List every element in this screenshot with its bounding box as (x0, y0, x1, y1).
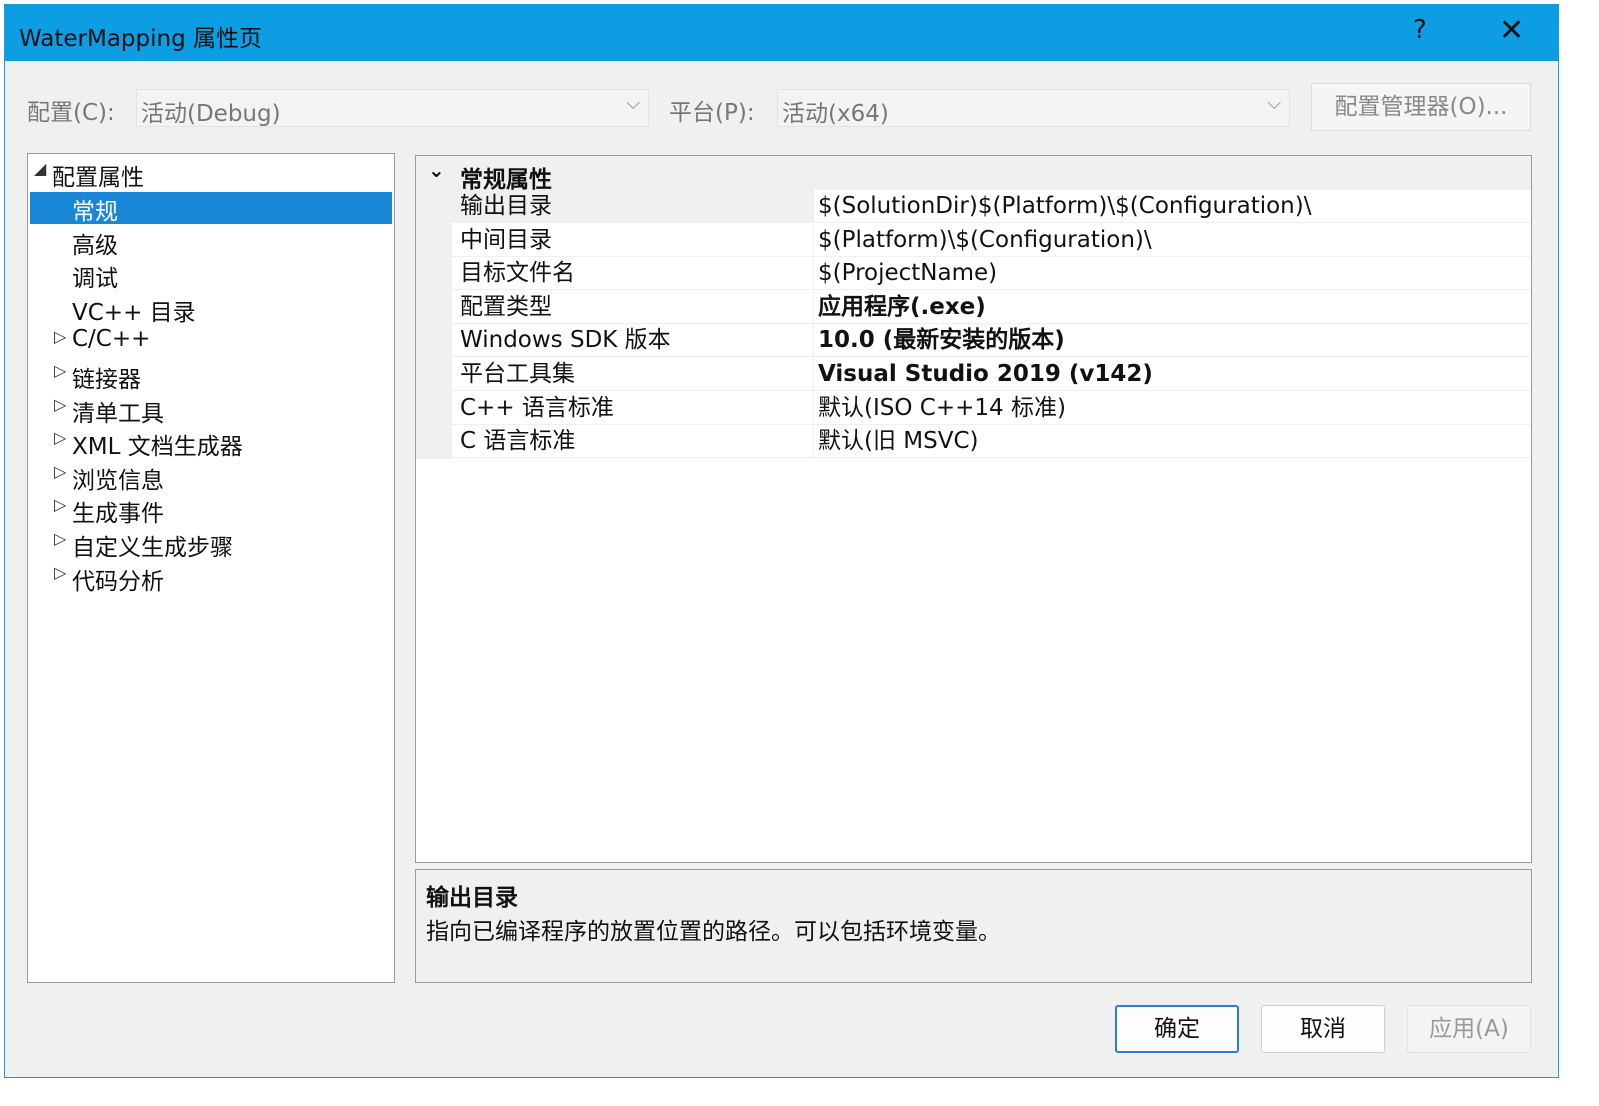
property-value[interactable]: $(SolutionDir)$(Platform)\$(Configuratio… (814, 190, 1531, 223)
description-panel: 输出目录 指向已编译程序的放置位置的路径。可以包括环境变量。 (415, 869, 1532, 983)
section-title: 常规属性 (460, 167, 552, 193)
property-name: Windows SDK 版本 (452, 324, 814, 358)
tree-item-label: 常规 (72, 199, 118, 225)
tree-item[interactable]: VC++ 目录 (30, 293, 392, 326)
description-text: 指向已编译程序的放置位置的路径。可以包括环境变量。 (426, 919, 1001, 945)
property-value[interactable]: 默认(ISO C++14 标准) (814, 392, 1531, 425)
property-name: 中间目录 (452, 223, 814, 257)
tree-item-label: 链接器 (72, 367, 141, 393)
property-name: C++ 语言标准 (452, 391, 814, 425)
expand-triangle-icon[interactable]: ▷ (54, 428, 66, 447)
description-title: 输出目录 (426, 885, 518, 911)
property-name: 平台工具集 (452, 358, 814, 391)
property-value[interactable]: Visual Studio 2019 (v142) (814, 358, 1531, 391)
tree-item-label: 清单工具 (72, 400, 164, 427)
config-manager-button[interactable]: 配置管理器(O)... (1311, 83, 1531, 131)
tree-item[interactable]: ▷ XML 文档生成器 (30, 427, 392, 461)
property-row[interactable]: 配置类型 应用程序(.exe) (416, 290, 1531, 325)
title-bar: WaterMapping 属性页 ? ✕ (5, 5, 1558, 61)
chevron-down-icon: ⌵ (1267, 93, 1281, 114)
expand-triangle-icon[interactable]: ▷ (54, 327, 66, 346)
window-title: WaterMapping 属性页 (19, 26, 263, 52)
row-gutter (416, 257, 452, 292)
platform-label: 平台(P): (669, 100, 755, 126)
property-row[interactable]: C++ 语言标准 默认(ISO C++14 标准) (416, 391, 1531, 426)
property-value[interactable]: 默认(旧 MSVC) (814, 425, 1531, 459)
expand-triangle-icon[interactable]: ▷ (54, 563, 66, 582)
property-row[interactable]: 目标文件名 $(ProjectName) (416, 257, 1531, 292)
row-gutter (416, 391, 452, 426)
property-name: 配置类型 (452, 290, 814, 324)
expand-triangle-icon[interactable]: ▷ (54, 361, 66, 380)
property-row[interactable]: C 语言标准 默认(旧 MSVC) (416, 425, 1531, 460)
expand-triangle-icon[interactable]: ▷ (54, 395, 66, 414)
tree-item-label: 自定义生成步骤 (72, 535, 233, 561)
property-row[interactable]: 输出目录 $(SolutionDir)$(Platform)\$(Configur… (416, 190, 1531, 224)
cancel-button[interactable]: 取消 (1261, 1005, 1385, 1053)
chevron-down-icon: ⌵ (626, 93, 640, 114)
tree-item-label: XML 文档生成器 (72, 434, 243, 461)
property-row[interactable]: Windows SDK 版本 10.0 (最新安装的版本) (416, 324, 1531, 359)
row-gutter (416, 223, 452, 258)
tree-item-label: 生成事件 (72, 501, 164, 528)
config-dropdown[interactable]: 活动(Debug) ⌵ (136, 89, 649, 127)
expand-triangle-icon[interactable]: ◢ (34, 159, 46, 178)
chevron-down-icon[interactable]: ⌄ (428, 158, 445, 182)
property-row[interactable]: 平台工具集 Visual Studio 2019 (v142) (416, 358, 1531, 392)
tree-item-label: 高级 (72, 232, 118, 259)
config-label: 配置(C): (27, 100, 115, 126)
tree-item-label: VC++ 目录 (72, 299, 196, 326)
close-button[interactable]: ✕ (1499, 13, 1524, 48)
tree-item[interactable]: 调试 (30, 259, 392, 293)
property-pages-window: WaterMapping 属性页 ? ✕ 配置(C): 活动(Debug) ⌵ … (4, 4, 1559, 1078)
property-name: 目标文件名 (452, 257, 814, 291)
property-value[interactable]: $(ProjectName) (814, 257, 1531, 291)
property-name: 输出目录 (452, 190, 814, 223)
property-value[interactable]: $(Platform)\$(Configuration)\ (814, 224, 1531, 257)
ok-button[interactable]: 确定 (1115, 1005, 1239, 1053)
tree-item[interactable]: ▷ 代码分析 (30, 562, 392, 595)
tree-item[interactable]: ▷ 浏览信息 (30, 461, 392, 494)
section-header-general[interactable]: ⌄ 常规属性 (416, 156, 1531, 193)
property-row[interactable]: 中间目录 $(Platform)\$(Configuration)\ (416, 223, 1531, 258)
category-tree: ◢ 配置属性 常规高级调试 VC++ 目录 ▷ C/C++ ▷ 链接器 ▷ 清单工具 ▷ XML … (27, 153, 395, 983)
row-gutter (416, 324, 452, 359)
tree-item-label: 代码分析 (72, 568, 164, 595)
expand-triangle-icon[interactable]: ▷ (54, 495, 66, 514)
tree-item[interactable]: ▷ 自定义生成步骤 (30, 528, 392, 561)
platform-dropdown[interactable]: 活动(x64) ⌵ (777, 89, 1290, 127)
tree-item[interactable]: ▷ C/C++ (30, 326, 392, 358)
row-gutter (416, 425, 452, 460)
platform-dropdown-value: 活动(x64) (782, 101, 889, 127)
tree-item-label: 配置属性 (52, 165, 144, 191)
property-value[interactable]: 10.0 (最新安装的版本) (814, 324, 1531, 358)
tree-item[interactable]: 高级 (30, 226, 392, 259)
tree-item[interactable]: ▷ 链接器 (30, 360, 392, 393)
tree-item[interactable]: ▷ 清单工具 (30, 394, 392, 427)
row-gutter (416, 190, 452, 224)
help-button[interactable]: ? (1413, 15, 1427, 45)
property-name: C 语言标准 (452, 425, 814, 459)
row-gutter (416, 290, 452, 325)
row-gutter (416, 358, 452, 392)
config-dropdown-value: 活动(Debug) (141, 101, 281, 127)
expand-triangle-icon[interactable]: ▷ (54, 462, 66, 481)
tree-item[interactable]: 常规 (30, 192, 392, 225)
tree-item-label: 浏览信息 (72, 467, 164, 494)
tree-item-config-properties[interactable]: ◢ 配置属性 (34, 158, 374, 191)
tree-item-label: C/C++ (72, 326, 151, 353)
apply-button[interactable]: 应用(A) (1407, 1005, 1531, 1053)
tree-item[interactable]: ▷ 生成事件 (30, 494, 392, 528)
property-grid: ⌄ 常规属性 输出目录 $(SolutionDir)$(Platform)\$(C… (415, 155, 1532, 863)
expand-triangle-icon[interactable]: ▷ (54, 529, 66, 548)
property-value[interactable]: 应用程序(.exe) (814, 291, 1531, 324)
tree-item-label: 调试 (72, 266, 118, 293)
